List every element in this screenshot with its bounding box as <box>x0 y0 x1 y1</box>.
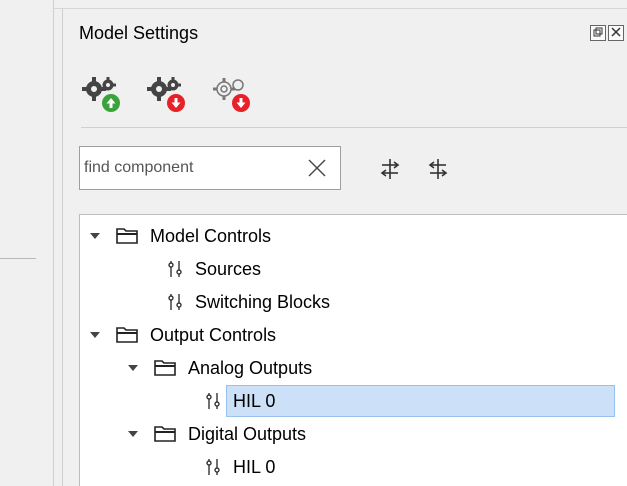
tree-label: Analog Outputs <box>188 357 313 378</box>
tree-item-hil-0-analog[interactable]: HIL 0 <box>204 385 615 417</box>
expand-arrow-icon[interactable] <box>126 352 140 384</box>
tree-label: HIL 0 <box>233 456 276 477</box>
settings-slider-icon <box>168 294 182 310</box>
tree-label: Sources <box>195 258 262 279</box>
expand-arrow-icon[interactable] <box>88 319 102 351</box>
tree-label: Model Controls <box>150 225 272 246</box>
folder-icon <box>154 426 176 442</box>
tree-item-hil-0-digital[interactable]: HIL 0 <box>204 451 275 483</box>
folder-icon <box>154 360 176 376</box>
gears-upload-icon[interactable] <box>81 75 125 115</box>
float-icon[interactable] <box>590 25 606 41</box>
selection-highlight: HIL 0 <box>226 385 615 417</box>
close-icon[interactable] <box>608 25 624 41</box>
tree-label: HIL 0 <box>233 390 276 411</box>
left-panel <box>0 0 54 486</box>
component-tree: Model Controls Sources Switching Blocks … <box>79 214 627 486</box>
gears-download-outline-icon[interactable] <box>211 75 255 115</box>
tree-label: Output Controls <box>150 324 277 345</box>
toolbar-separator <box>81 127 627 128</box>
tree-node-analog-outputs[interactable]: Analog Outputs <box>126 352 312 384</box>
tree-label: Switching Blocks <box>195 291 331 312</box>
settings-slider-icon <box>168 261 182 277</box>
settings-slider-icon <box>206 459 220 475</box>
settings-slider-icon <box>206 393 220 409</box>
tree-item-switching-blocks[interactable]: Switching Blocks <box>166 286 330 318</box>
search-input[interactable] <box>84 147 294 189</box>
tree-label: Digital Outputs <box>188 423 307 444</box>
left-divider <box>0 258 36 259</box>
expand-arrow-icon[interactable] <box>88 220 102 252</box>
folder-icon <box>116 327 138 343</box>
folder-icon <box>116 228 138 244</box>
expand-arrow-icon[interactable] <box>126 418 140 450</box>
panel-title: Model Settings <box>79 23 199 43</box>
clear-icon[interactable] <box>306 157 328 179</box>
gears-download-icon[interactable] <box>146 75 190 115</box>
tree-node-output-controls[interactable]: Output Controls <box>88 319 276 351</box>
tree-node-digital-outputs[interactable]: Digital Outputs <box>126 418 306 450</box>
expand-all-icon[interactable] <box>377 156 403 182</box>
model-settings-panel: Model Settings find component Model Cont… <box>62 9 627 486</box>
toolbar <box>81 75 255 115</box>
search-box <box>79 146 341 190</box>
collapse-all-icon[interactable] <box>425 156 451 182</box>
tree-item-sources[interactable]: Sources <box>166 253 261 285</box>
tree-node-model-controls[interactable]: Model Controls <box>88 220 271 252</box>
